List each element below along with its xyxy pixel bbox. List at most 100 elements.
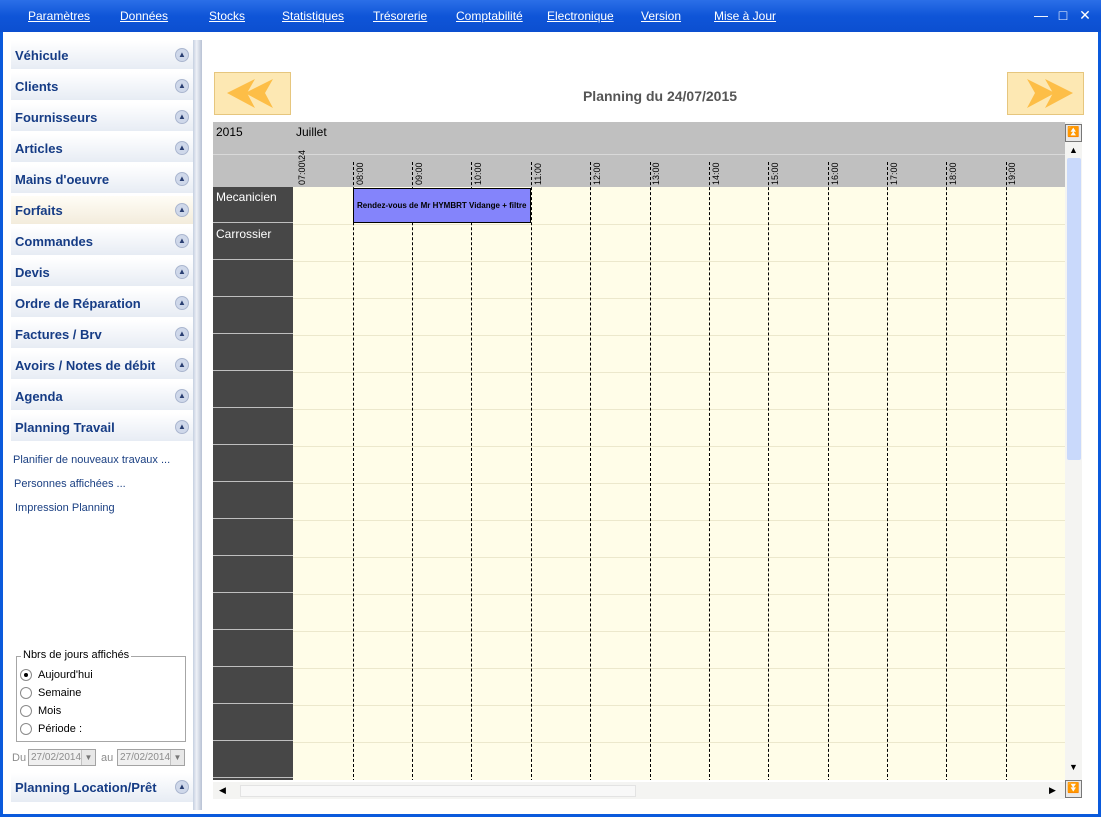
hour-gridline — [590, 162, 591, 780]
menu-statistiques[interactable]: Statistiques — [282, 9, 344, 23]
menu-stocks[interactable]: Stocks — [209, 9, 245, 23]
hour-gridline — [353, 162, 354, 780]
date-to-combo[interactable]: 27/02/2014 ▼ — [117, 749, 185, 766]
sidebar-item-ordre-reparation[interactable]: Ordre de Réparation ▲ — [11, 289, 193, 318]
sidebar-item-mains-oeuvre[interactable]: Mains d'oeuvre ▲ — [11, 165, 193, 194]
row-divider — [293, 409, 1065, 410]
radio-label: Période : — [38, 723, 83, 735]
sidebar-item-commandes[interactable]: Commandes ▲ — [11, 227, 193, 256]
date-from-combo[interactable]: 27/02/2014 ▼ — [28, 749, 96, 766]
hour-gridline — [531, 162, 532, 780]
planning-title: Planning du 24/07/2015 — [582, 88, 738, 104]
row-divider — [293, 224, 1065, 225]
row-divider — [293, 261, 1065, 262]
next-day-button[interactable] — [1007, 72, 1084, 115]
sidebar-item-devis[interactable]: Devis ▲ — [11, 258, 193, 287]
sidebar-item-label: Ordre de Réparation — [15, 296, 141, 311]
chevron-down-icon: ▼ — [81, 750, 95, 765]
resource-carrossier[interactable]: Carrossier — [213, 224, 293, 260]
sidebar-item-agenda[interactable]: Agenda ▲ — [11, 382, 193, 411]
hour-label: 09:00 — [414, 162, 424, 185]
hours-header — [213, 155, 1065, 187]
row-divider — [293, 520, 1065, 521]
chevron-up-icon: ▲ — [175, 110, 189, 124]
link-impression-planning[interactable]: Impression Planning — [15, 502, 115, 514]
menu-donnees[interactable]: Données — [120, 9, 168, 23]
resource-empty — [213, 483, 293, 519]
row-divider — [293, 631, 1065, 632]
appointment-block[interactable]: Rendez-vous de Mr HYMBRT Vidange + filtr… — [353, 188, 531, 223]
scroll-top-button[interactable]: ⏫ — [1065, 124, 1082, 142]
resource-empty — [213, 594, 293, 630]
sidebar-item-forfaits[interactable]: Forfaits ▲ — [11, 196, 193, 225]
maximize-icon[interactable]: □ — [1055, 8, 1071, 22]
sidebar-item-factures[interactable]: Factures / Brv ▲ — [11, 320, 193, 349]
date-to-label: au — [101, 752, 114, 764]
radio-semaine[interactable] — [20, 687, 32, 699]
sidebar-item-label: Articles — [15, 141, 63, 156]
menu-version[interactable]: Version — [641, 9, 681, 23]
link-planifier-travaux[interactable]: Planifier de nouveaux travaux ... — [13, 454, 170, 466]
sidebar-item-planning-location[interactable]: Planning Location/Prêt ▲ — [11, 773, 193, 803]
hour-gridline — [946, 162, 947, 780]
sidebar-item-label: Fournisseurs — [15, 110, 98, 125]
radio-label: Semaine — [38, 687, 82, 699]
vertical-scroll-thumb[interactable] — [1067, 158, 1081, 460]
sidebar-item-vehicule[interactable]: Véhicule ▲ — [11, 41, 193, 70]
row-divider — [293, 557, 1065, 558]
scroll-left-icon[interactable]: ◀ — [219, 785, 226, 796]
radio-periode[interactable] — [20, 723, 32, 735]
scroll-right-icon[interactable]: ▶ — [1049, 785, 1056, 796]
planning-grid[interactable]: 2015 Juillet 07:00\24 08:00 09:00 10:00 … — [213, 122, 1065, 780]
chevron-down-icon: ▼ — [170, 750, 184, 765]
radio-label: Aujourd'hui — [38, 669, 93, 681]
sidebar-item-planning-travail[interactable]: Planning Travail ▲ — [11, 413, 193, 442]
chevron-up-icon: ▲ — [175, 420, 189, 434]
chevron-up-icon: ▲ — [175, 389, 189, 403]
sidebar-item-label: Factures / Brv — [15, 327, 102, 342]
sidebar-item-label: Planning Travail — [15, 420, 115, 435]
radio-mois[interactable] — [20, 705, 32, 717]
row-divider — [293, 594, 1065, 595]
hour-label: 15:00 — [770, 162, 780, 185]
days-groupbox: Nbrs de jours affichés Aujourd'hui Semai… — [16, 649, 186, 742]
hour-gridline — [412, 162, 413, 780]
sidebar-item-articles[interactable]: Articles ▲ — [11, 134, 193, 163]
hour-gridline — [709, 162, 710, 780]
sidebar-item-fournisseurs[interactable]: Fournisseurs ▲ — [11, 103, 193, 132]
sidebar-item-label: Forfaits — [15, 203, 63, 218]
sidebar-item-label: Commandes — [15, 234, 94, 249]
menu-parametres[interactable]: Paramètres — [28, 9, 90, 23]
minimize-icon[interactable]: — — [1033, 8, 1049, 22]
double-arrow-right-icon — [1027, 79, 1073, 108]
horizontal-scroll-thumb[interactable] — [240, 785, 636, 797]
hour-label: 18:00 — [948, 162, 958, 185]
scroll-bottom-button[interactable]: ⏬ — [1065, 780, 1082, 798]
date-to-value: 27/02/2014 — [120, 752, 171, 763]
menu-mise-a-jour[interactable]: Mise à Jour — [714, 9, 776, 23]
month-header: 2015 Juillet — [213, 122, 1065, 155]
date-from-value: 27/02/2014 — [31, 752, 82, 763]
menu-electronique[interactable]: Electronique — [547, 9, 614, 23]
menu-bar: Paramètres Données Stocks Statistiques T… — [0, 0, 1101, 32]
sidebar-item-clients[interactable]: Clients ▲ — [11, 72, 193, 101]
link-personnes-affichees[interactable]: Personnes affichées ... — [14, 478, 126, 490]
resource-empty — [213, 631, 293, 667]
row-divider — [293, 705, 1065, 706]
previous-day-button[interactable] — [214, 72, 291, 115]
close-icon[interactable]: ✕ — [1077, 8, 1093, 22]
menu-tresorerie[interactable]: Trésorerie — [373, 9, 427, 23]
hour-label: 13:00 — [651, 162, 661, 185]
sidebar-splitter[interactable] — [193, 40, 202, 810]
hour-label: 12:00 — [592, 162, 602, 185]
resource-mecanicien[interactable]: Mecanicien — [213, 187, 293, 223]
menu-comptabilite[interactable]: Comptabilité — [456, 9, 523, 23]
days-groupbox-title: Nbrs de jours affichés — [21, 649, 132, 661]
scroll-down-icon[interactable]: ▼ — [1069, 762, 1078, 772]
year-label: 2015 — [216, 125, 243, 139]
scroll-up-icon[interactable]: ▲ — [1069, 145, 1078, 155]
hour-label: 19:00 — [1007, 162, 1017, 185]
resource-empty — [213, 335, 293, 371]
radio-aujourdhui[interactable] — [20, 669, 32, 681]
sidebar-item-avoirs[interactable]: Avoirs / Notes de débit ▲ — [11, 351, 193, 380]
